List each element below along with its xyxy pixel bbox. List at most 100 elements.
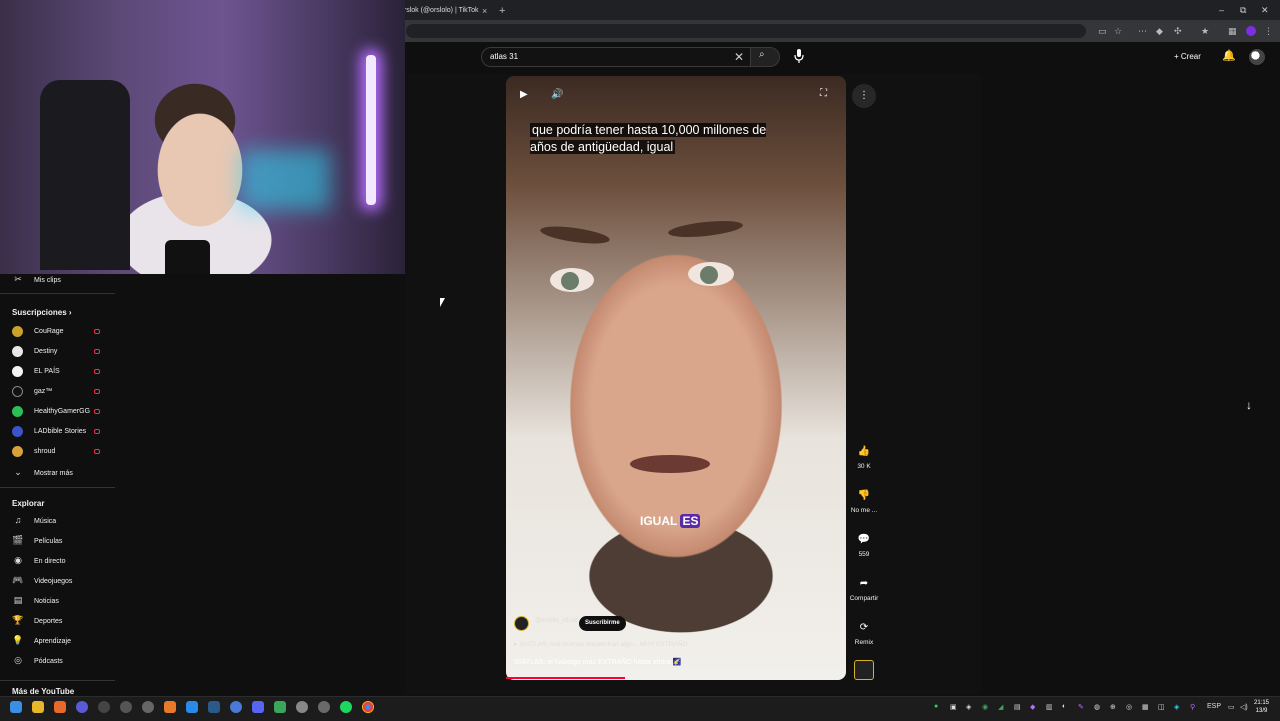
tray-icon[interactable]: ◎ <box>1126 703 1132 711</box>
channel-avatar <box>12 365 23 377</box>
browser-tab-title[interactable]: orslok (@orslolo) | TikTok <box>400 2 492 20</box>
app-icon[interactable] <box>98 701 110 713</box>
sidebar-item-podcasts[interactable]: ◎ Pódcasts <box>12 650 63 670</box>
progress-bar[interactable] <box>506 677 625 679</box>
maximize-icon[interactable]: ⧉ <box>1240 2 1246 18</box>
tray-icon[interactable]: ◫ <box>1158 703 1165 711</box>
menu-icon[interactable]: ⋮ <box>1264 24 1273 38</box>
search-taskbar-icon[interactable] <box>54 701 66 713</box>
show-more-button[interactable]: ⌄ Mostrar más <box>12 462 73 482</box>
volume-icon[interactable]: 🔊 <box>551 89 563 100</box>
tab-close-icon[interactable]: × <box>482 2 487 20</box>
fullscreen-icon[interactable]: ⛶ <box>820 88 827 99</box>
puzzle-icon[interactable]: ✣ <box>1174 24 1182 38</box>
language-indicator[interactable]: ESP <box>1207 703 1221 710</box>
search-icon[interactable]: ⌕ <box>759 49 765 60</box>
app-icon[interactable] <box>120 701 132 713</box>
tray-icon[interactable]: ✎ <box>1078 703 1084 711</box>
app-icon[interactable] <box>142 701 154 713</box>
tray-icon[interactable]: ⊕ <box>1110 703 1116 711</box>
sidebar-item-sports[interactable]: 🏆 Deportes <box>12 610 62 630</box>
app-icon[interactable] <box>230 701 242 713</box>
app-icon[interactable] <box>274 701 286 713</box>
discord-icon[interactable] <box>252 701 264 713</box>
create-button[interactable]: + Crear <box>1174 47 1201 67</box>
avatar[interactable] <box>1249 49 1265 65</box>
subscriptions-header[interactable]: Suscripciones › <box>12 308 72 317</box>
more-options-icon[interactable]: ⋮ <box>852 84 876 108</box>
remix-button[interactable]: ⟳ Remix <box>846 622 882 646</box>
next-video-arrow-icon[interactable]: ↓ <box>1246 398 1252 412</box>
profile-icon[interactable] <box>1246 26 1256 36</box>
shorts-video[interactable] <box>506 76 846 680</box>
dislike-button[interactable]: 👎 No me ... <box>846 490 882 514</box>
sidebar-item-live[interactable]: ◉ En directo <box>12 550 65 570</box>
spotify-icon[interactable] <box>340 701 352 713</box>
tray-icon[interactable]: ◈ <box>1174 703 1179 711</box>
app-icon[interactable] <box>164 701 176 713</box>
audio-thumbnail[interactable] <box>854 660 874 680</box>
tray-icon[interactable]: ▣ <box>950 703 957 711</box>
sidebar-subscription-item[interactable]: EL PAÍS <box>12 362 100 382</box>
new-tab-icon[interactable]: + <box>499 2 505 20</box>
bell-icon[interactable]: 🔔 <box>1222 49 1236 62</box>
microphone-icon[interactable] <box>793 48 805 64</box>
channel-avatar[interactable] <box>514 616 529 631</box>
steam-icon[interactable] <box>208 701 220 713</box>
network-icon[interactable]: ▭ <box>1228 703 1235 711</box>
tray-icon[interactable]: ▥ <box>1046 703 1053 711</box>
tray-icon[interactable]: ◐ <box>1062 703 1066 710</box>
system-clock[interactable]: 21:15 13/9 <box>1254 699 1269 715</box>
sidebar-subscription-item[interactable]: CouRage <box>12 322 100 342</box>
tray-icon[interactable]: ◆ <box>1030 703 1035 711</box>
bookmark-star-icon[interactable]: ☆ <box>1114 24 1122 38</box>
sidebar-item-news[interactable]: ▤ Noticias <box>12 590 59 610</box>
tray-icon[interactable]: ◈ <box>966 703 971 711</box>
channel-avatar <box>12 445 23 457</box>
sidebar-item-gaming[interactable]: 🎮 Videojuegos <box>12 570 72 590</box>
sidebar-item-music[interactable]: ♫ Música <box>12 510 57 530</box>
volume-tray-icon[interactable]: ◁) <box>1240 703 1248 711</box>
tray-icon[interactable]: ◉ <box>982 703 988 711</box>
extension-icon[interactable]: ▦ <box>1228 24 1237 38</box>
tray-icon[interactable]: ◍ <box>1094 703 1100 711</box>
channel-name[interactable]: @orslolo_oficial <box>535 618 577 624</box>
start-icon[interactable] <box>10 701 22 713</box>
video-title[interactable]: 3I/ATLAS: el hallazgo más EXTRAÑO hasta … <box>514 658 681 666</box>
tray-icon[interactable]: ⚲ <box>1190 703 1195 711</box>
extension-icon[interactable]: ◆ <box>1156 24 1163 38</box>
tray-icon[interactable]: ▦ <box>1142 703 1149 711</box>
play-icon[interactable]: ▶ <box>520 89 528 100</box>
url-field[interactable] <box>406 24 1086 38</box>
minimize-icon[interactable]: – <box>1219 2 1224 18</box>
subscribe-button[interactable]: Suscribirme <box>579 616 626 631</box>
app-icon[interactable] <box>76 701 88 713</box>
search-button[interactable] <box>751 47 780 67</box>
playlist-link[interactable]: ▸ 3I/ATLAS: Astrónomos encuentran algo..… <box>514 640 688 648</box>
app-icon[interactable] <box>296 701 308 713</box>
reading-list-icon[interactable]: ★ <box>1201 24 1209 38</box>
like-button[interactable]: 👍 30 K <box>846 446 882 470</box>
comments-button[interactable]: 💬 559 <box>846 534 882 558</box>
sidebar-item-movies[interactable]: 🎬 Películas <box>12 530 62 550</box>
search-input[interactable] <box>481 47 751 67</box>
tray-icon[interactable]: ● <box>934 703 938 710</box>
chrome-icon[interactable] <box>362 701 374 713</box>
sidebar-item-learning[interactable]: 💡 Aprendizaje <box>12 630 71 650</box>
tray-icon[interactable]: ◢ <box>998 703 1003 711</box>
file-explorer-icon[interactable] <box>32 701 44 713</box>
tray-icon[interactable]: ▤ <box>1014 703 1021 711</box>
sidebar-subscription-item[interactable]: gaz™ <box>12 382 100 402</box>
app-icon[interactable] <box>318 701 330 713</box>
sidebar-subscription-item[interactable]: shroud <box>12 442 100 462</box>
search-query[interactable]: atlas 31 <box>490 47 518 67</box>
sidebar-subscription-item[interactable]: HealthyGamerGG <box>12 402 100 422</box>
sidebar-subscription-item[interactable]: LADbible Stories <box>12 422 100 442</box>
clear-search-icon[interactable]: ✕ <box>734 47 744 67</box>
extension-icon[interactable]: ⋯ <box>1138 24 1147 38</box>
cast-icon[interactable]: ▭ <box>1098 24 1107 38</box>
share-button[interactable]: ➦ Compartir <box>846 578 882 602</box>
sidebar-subscription-item[interactable]: Destiny <box>12 342 100 362</box>
window-close-icon[interactable]: ✕ <box>1261 2 1269 18</box>
app-icon[interactable] <box>186 701 198 713</box>
